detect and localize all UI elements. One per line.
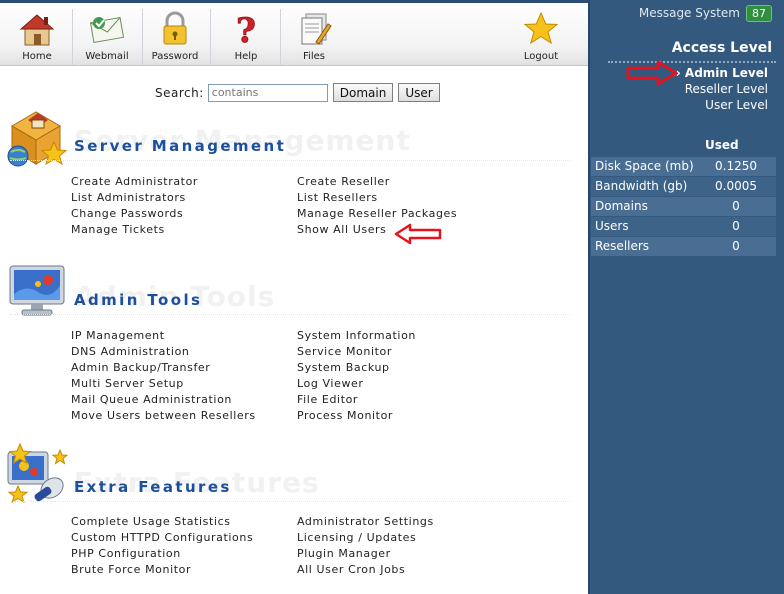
usage-table: Disk Space (mb) 0.1250 Bandwidth (gb) 0.… — [591, 157, 776, 257]
usage-value: 0.0005 — [715, 179, 757, 193]
search-user-button[interactable]: User — [398, 83, 440, 102]
link-log-viewer[interactable]: Log Viewer — [297, 377, 364, 390]
files-icon — [301, 13, 332, 45]
link-show-all-users[interactable]: Show All Users — [297, 223, 387, 236]
section-title-admin-tools: Admin Tools — [74, 291, 203, 309]
link-list-resellers[interactable]: List Resellers — [297, 191, 378, 204]
star-icon — [523, 11, 559, 45]
usage-value: 0 — [732, 239, 740, 253]
toolbar-separator — [210, 9, 211, 65]
logout-button[interactable]: Logout — [514, 6, 568, 66]
right-sidebar: Message System 87 Access Level » Admin Le… — [588, 0, 784, 594]
search-label: Search: — [155, 85, 204, 100]
link-manage-tickets[interactable]: Manage Tickets — [71, 223, 165, 236]
search-bar: Search: Domain User — [155, 83, 440, 102]
access-level-admin[interactable]: » Admin Level — [673, 66, 768, 80]
link-custom-httpd-configurations[interactable]: Custom HTTPD Configurations — [71, 531, 253, 544]
usage-row-domains: Domains 0 — [591, 197, 776, 216]
search-input[interactable] — [207, 83, 328, 102]
files-button[interactable]: Files — [286, 6, 342, 66]
link-php-configuration[interactable]: PHP Configuration — [71, 547, 181, 560]
section-divider — [10, 314, 570, 315]
usage-row-resellers: Resellers 0 — [591, 237, 776, 256]
padlock-icon — [163, 11, 187, 45]
link-mail-queue-administration[interactable]: Mail Queue Administration — [71, 393, 232, 406]
message-count-badge: 87 — [746, 5, 772, 22]
link-plugin-manager[interactable]: Plugin Manager — [297, 547, 391, 560]
link-administrator-settings[interactable]: Administrator Settings — [297, 515, 434, 528]
top-toolbar: Home Webmail Password ? Help Files Logou… — [0, 0, 588, 66]
link-brute-force-monitor[interactable]: Brute Force Monitor — [71, 563, 191, 576]
link-multi-server-setup[interactable]: Multi Server Setup — [71, 377, 184, 390]
password-button[interactable]: Password — [147, 6, 203, 66]
toolbar-separator — [142, 9, 143, 65]
home-button[interactable]: Home — [10, 6, 64, 66]
access-level-user[interactable]: User Level — [705, 98, 768, 112]
link-admin-backup-transfer[interactable]: Admin Backup/Transfer — [71, 361, 210, 374]
usage-label: Disk Space (mb) — [595, 159, 694, 173]
link-system-information[interactable]: System Information — [297, 329, 416, 342]
link-licensing-updates[interactable]: Licensing / Updates — [297, 531, 416, 544]
usage-value: 0 — [732, 199, 740, 213]
webmail-icon — [89, 16, 125, 44]
link-file-editor[interactable]: File Editor — [297, 393, 358, 406]
link-create-administrator[interactable]: Create Administrator — [71, 175, 198, 188]
toolbar-separator — [72, 9, 73, 65]
toolbar-separator — [280, 9, 281, 65]
message-system-label: Message System — [638, 6, 740, 20]
home-icon — [19, 14, 55, 46]
search-domain-button[interactable]: Domain — [332, 83, 394, 102]
usage-label: Users — [595, 219, 629, 233]
question-mark-icon: ? — [236, 11, 257, 48]
link-all-user-cron-jobs[interactable]: All User Cron Jobs — [297, 563, 405, 576]
link-list-administrators[interactable]: List Administrators — [71, 191, 186, 204]
usage-row-disk-space: Disk Space (mb) 0.1250 — [591, 157, 776, 176]
usage-label: Domains — [595, 199, 648, 213]
access-level-reseller[interactable]: Reseller Level — [685, 82, 768, 96]
link-system-backup[interactable]: System Backup — [297, 361, 390, 374]
section-divider — [10, 160, 570, 161]
section-divider — [10, 501, 570, 502]
usage-used-header: Used — [705, 138, 739, 152]
usage-label: Bandwidth (gb) — [595, 179, 688, 193]
svg-text:?: ? — [236, 11, 256, 48]
webmail-button[interactable]: Webmail — [78, 6, 136, 66]
link-process-monitor[interactable]: Process Monitor — [297, 409, 393, 422]
link-complete-usage-statistics[interactable]: Complete Usage Statistics — [71, 515, 231, 528]
message-system-link[interactable]: Message System 87 — [639, 5, 772, 22]
usage-row-users: Users 0 — [591, 217, 776, 236]
link-change-passwords[interactable]: Change Passwords — [71, 207, 183, 220]
link-dns-administration[interactable]: DNS Administration — [71, 345, 189, 358]
link-move-users-between-resellers[interactable]: Move Users between Resellers — [71, 409, 256, 422]
section-title-extra-features: Extra Features — [74, 478, 232, 496]
section-title-server-management: Server Management — [74, 137, 287, 155]
usage-value: 0 — [732, 219, 740, 233]
link-ip-management[interactable]: IP Management — [71, 329, 165, 342]
link-service-monitor[interactable]: Service Monitor — [297, 345, 392, 358]
link-manage-reseller-packages[interactable]: Manage Reseller Packages — [297, 207, 457, 220]
link-create-reseller[interactable]: Create Reseller — [297, 175, 390, 188]
usage-value: 0.1250 — [715, 159, 757, 173]
usage-label: Resellers — [595, 239, 650, 253]
help-button[interactable]: ? Help — [218, 6, 274, 66]
annotation-arrow-right-icon — [626, 60, 678, 86]
annotation-arrow-left-icon — [394, 223, 442, 245]
extra-features-icon — [7, 442, 69, 504]
usage-row-bandwidth: Bandwidth (gb) 0.0005 — [591, 177, 776, 196]
access-level-title: Access Level — [671, 40, 772, 56]
